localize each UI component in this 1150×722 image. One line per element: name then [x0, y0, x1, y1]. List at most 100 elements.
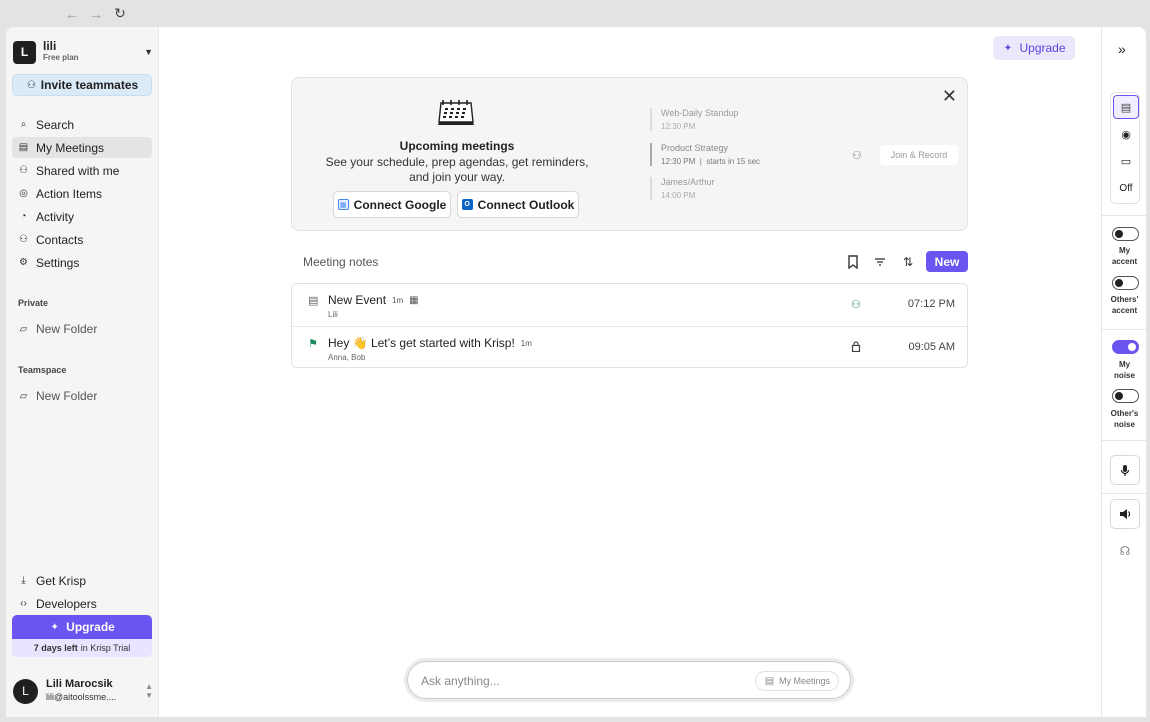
forward-arrow-icon[interactable]: →	[88, 6, 104, 22]
section-teamspace-label: Teamspace	[18, 365, 67, 375]
google-calendar-icon: ▦	[337, 199, 349, 210]
divider	[1102, 440, 1146, 441]
toggle-label: Other's noise	[1110, 409, 1139, 429]
nav-item-developers[interactable]: ‹› Developers	[12, 593, 152, 614]
workspace-name: lili	[43, 39, 57, 53]
separator: |	[697, 157, 705, 166]
toggle-label: My accent	[1111, 246, 1138, 266]
app-window: L lili Free plan ▼ ⚇ Invite teammates ⌕ …	[6, 27, 1146, 717]
collapse-panel-icon[interactable]: »	[1118, 41, 1126, 57]
right-panel: » ▤ ◉ ▭ Off My accent Others' accent My …	[1101, 27, 1146, 717]
meeting-notes-heading: Meeting notes	[303, 255, 379, 269]
nav-item-settings[interactable]: ⚙ Settings	[12, 252, 152, 273]
close-icon[interactable]: ✕	[942, 86, 957, 107]
nav-item-activity[interactable]: ◔ Activity	[12, 206, 152, 227]
meeting-title: Product Strategy	[661, 143, 729, 153]
calendar-event-icon: ▦	[409, 294, 419, 306]
calendar-icon: ▤	[18, 142, 29, 153]
chevron-up-down-icon[interactable]: ▲ ▼	[145, 682, 153, 700]
workspace-switcher[interactable]: L lili Free plan ▼	[13, 40, 153, 64]
ask-input[interactable]: Ask anything...	[421, 674, 500, 688]
code-icon: ‹›	[20, 598, 27, 609]
connect-google-label: Connect Google	[353, 197, 447, 212]
note-title: New Event	[328, 293, 387, 307]
bookmark-icon[interactable]	[845, 254, 861, 270]
microphone-button[interactable]	[1110, 455, 1140, 485]
lock-icon	[851, 341, 861, 355]
back-arrow-icon[interactable]: ←	[64, 6, 80, 22]
table-row[interactable]: ⚑ Hey 👋 Let’s get started with Krisp! 1m…	[292, 326, 967, 368]
banner-description-line: See your schedule, prep agendas, get rem…	[325, 155, 589, 169]
private-new-folder[interactable]: ▱ New Folder	[18, 322, 98, 336]
recording-off-button[interactable]: Off	[1113, 176, 1139, 200]
nav-item-contacts[interactable]: ⚇ Contacts	[12, 229, 152, 250]
others-noise-toggle[interactable]	[1112, 389, 1139, 403]
nav-item-search[interactable]: ⌕ Search	[12, 114, 152, 135]
headphones-button[interactable]: ☊	[1110, 536, 1140, 566]
new-note-button[interactable]: New	[926, 251, 968, 272]
join-record-button[interactable]: Join & Record	[880, 145, 958, 165]
ask-scope-label: My Meetings	[778, 676, 830, 686]
note-time: 07:12 PM	[907, 298, 955, 310]
nav-item-my-meetings[interactable]: ▤ My Meetings	[12, 137, 152, 158]
meeting-time-row: 12:30 PM | starts in 15 sec	[661, 157, 760, 166]
ask-bar[interactable]: Ask anything... ▤ My Meetings	[407, 661, 851, 699]
meeting-title: Web-Daily Standup	[661, 108, 739, 118]
note-participants: Lili	[328, 310, 338, 319]
nav-label: My Meetings	[36, 140, 105, 155]
record-video-button[interactable]: ▭	[1113, 149, 1139, 173]
meeting-time: 12:30 PM	[661, 122, 696, 131]
reload-icon[interactable]: ↻	[112, 5, 128, 22]
record-audio-button[interactable]: ◉	[1113, 122, 1139, 146]
header-upgrade-button[interactable]: ✦ Upgrade	[993, 36, 1075, 60]
chevron-down-icon[interactable]: ▼	[144, 47, 153, 57]
nav-item-shared-with-me[interactable]: ⚇ Shared with me	[12, 160, 152, 181]
meeting-countdown: starts in 15 sec	[706, 157, 761, 166]
others-accent-toggle[interactable]	[1112, 276, 1139, 290]
my-noise-toggle[interactable]	[1112, 340, 1139, 354]
teamspace-new-folder[interactable]: ▱ New Folder	[18, 389, 98, 403]
upcoming-meeting-item[interactable]: James/Arthur 14:00 PM	[650, 177, 715, 200]
upgrade-label: Upgrade	[66, 620, 115, 634]
calendar-icon: ▤	[764, 675, 775, 687]
folder-label: New Folder	[36, 322, 98, 336]
main-nav: ⌕ Search ▤ My Meetings ⚇ Shared with me …	[12, 114, 152, 275]
sidebar-upgrade-button[interactable]: ✦ Upgrade	[12, 615, 152, 639]
my-accent-toggle[interactable]	[1112, 227, 1139, 241]
connect-outlook-button[interactable]: O Connect Outlook	[457, 191, 579, 218]
sidebar: L lili Free plan ▼ ⚇ Invite teammates ⌕ …	[6, 27, 159, 717]
divider	[1102, 493, 1146, 494]
trial-days: 7 days left	[33, 643, 78, 653]
nav-item-action-items[interactable]: ◎ Action Items	[12, 183, 152, 204]
note-title-row: New Event 1m ▦	[328, 293, 419, 307]
upcoming-meeting-item[interactable]: Web-Daily Standup 12:30 PM	[650, 108, 738, 131]
shared-users-icon: ⚇	[851, 299, 861, 311]
user-menu[interactable]: L Lili Marocsik lili@aitoolssme.... ▲ ▼	[13, 678, 153, 704]
meeting-title: James/Arthur	[661, 177, 715, 187]
meeting-time: 14:00 PM	[661, 191, 696, 200]
note-duration: 1m	[392, 295, 404, 305]
invite-label: Invite teammates	[40, 78, 139, 92]
meeting-notes-list: ▤ New Event 1m ▦ Lili ⚇ 07:12 PM ⚑ Hey 👋…	[291, 283, 968, 368]
speaker-button[interactable]	[1110, 499, 1140, 529]
sort-icon[interactable]: ⇅	[900, 254, 916, 270]
folder-label: New Folder	[36, 389, 98, 403]
contacts-icon: ⚇	[19, 234, 28, 245]
invite-teammates-button[interactable]: ⚇ Invite teammates	[12, 74, 152, 96]
note-duration: 1m	[520, 338, 532, 348]
filter-icon[interactable]	[872, 254, 888, 270]
table-row[interactable]: ▤ New Event 1m ▦ Lili ⚇ 07:12 PM	[292, 284, 967, 326]
workspace-avatar: L	[13, 40, 36, 64]
check-circle-icon: ◎	[19, 188, 28, 199]
headphones-icon: ☊	[1119, 544, 1131, 558]
divider	[1102, 215, 1146, 216]
notes-mode-button[interactable]: ▤	[1113, 95, 1139, 119]
ask-scope-button[interactable]: ▤ My Meetings	[754, 671, 839, 691]
connect-google-button[interactable]: ▦ Connect Google	[333, 191, 451, 218]
nav-label: Get Krisp	[36, 573, 87, 588]
upcoming-meeting-item[interactable]: Product Strategy 12:30 PM | starts in 15…	[650, 143, 760, 166]
folder-add-icon: ▱	[19, 390, 28, 402]
nav-item-get-krisp[interactable]: ⤓ Get Krisp	[12, 570, 152, 591]
trial-rest: in Krisp Trial	[80, 643, 131, 653]
note-title-row: Hey 👋 Let’s get started with Krisp! 1m	[328, 336, 532, 350]
